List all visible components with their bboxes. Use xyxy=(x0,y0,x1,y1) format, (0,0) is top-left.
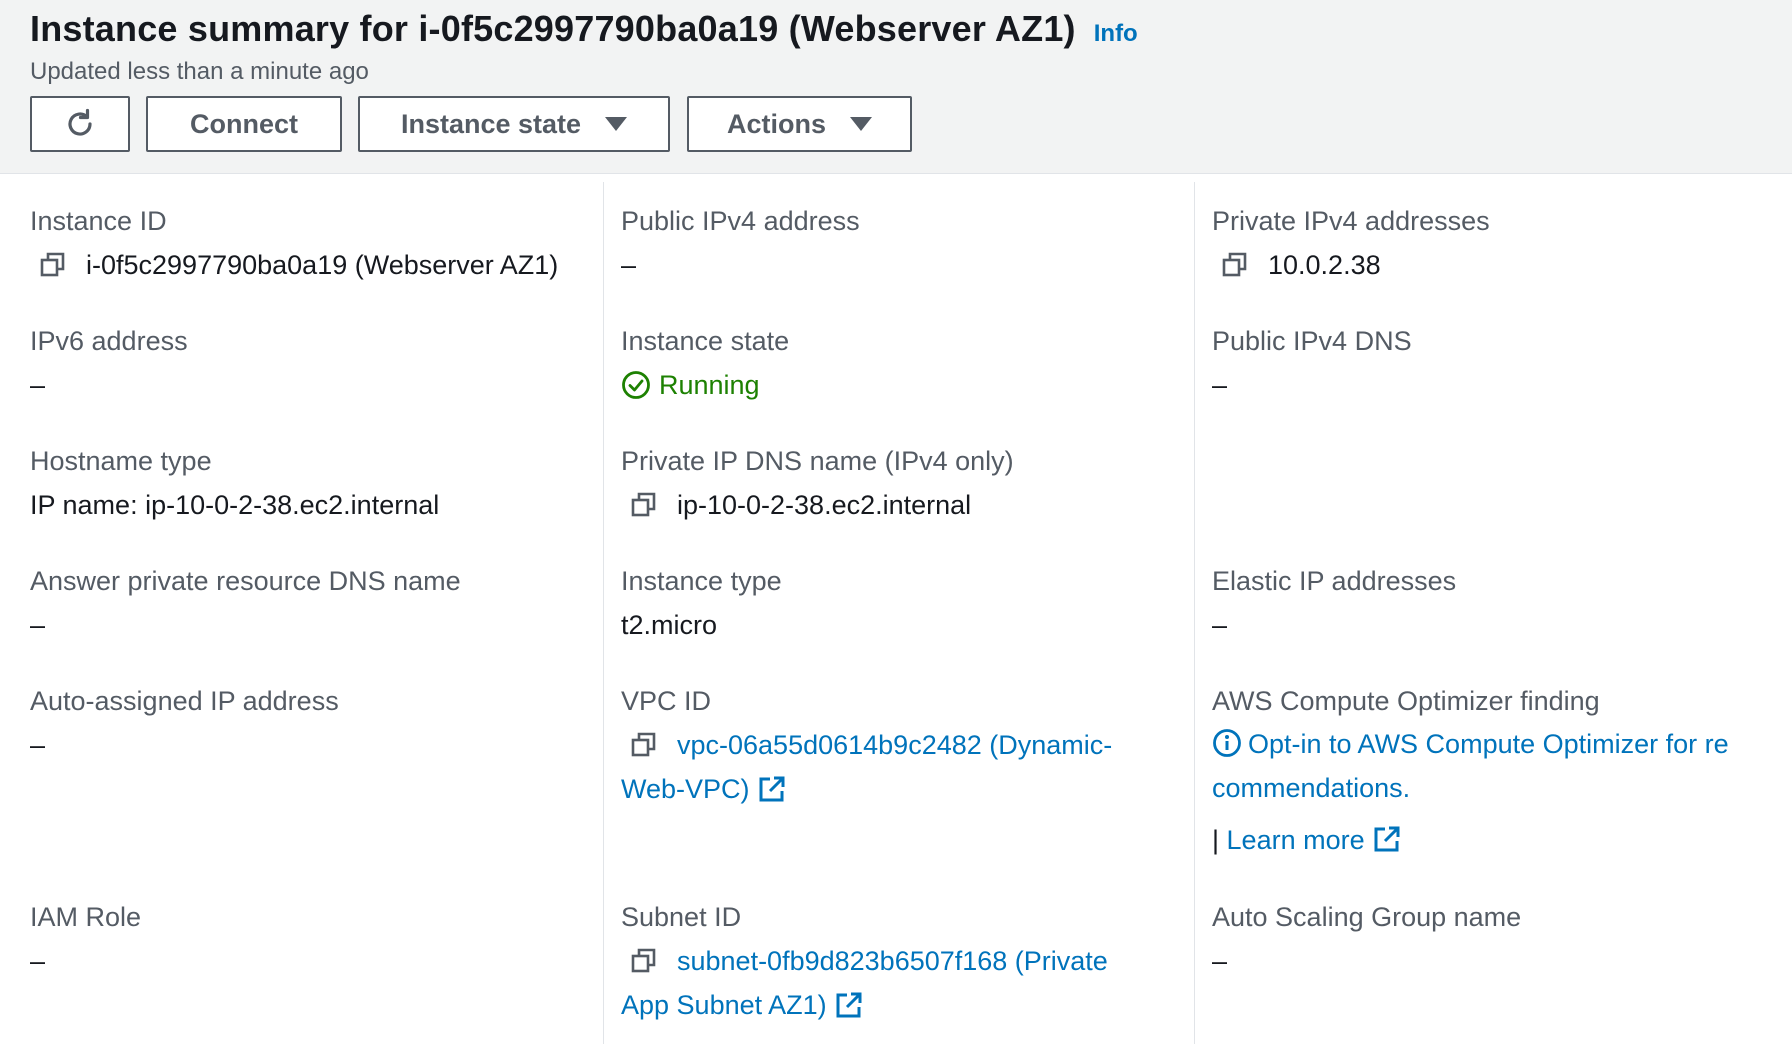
copy-icon[interactable] xyxy=(1222,252,1248,278)
field-value: – xyxy=(30,730,46,760)
private-dns-value: ip-10-0-2-38.ec2.internal xyxy=(677,490,972,520)
field-iam-role: IAM Role – xyxy=(30,900,141,978)
field-label: Public IPv4 address xyxy=(621,206,860,236)
instance-state-dropdown-label: Instance state xyxy=(400,108,582,139)
optimizer-opt-in: Opt-in to AWS Compute Optimizer for re c… xyxy=(1212,722,1729,862)
vpc-id-link-continued[interactable]: Web-VPC) xyxy=(621,772,750,806)
instance-state-dropdown[interactable]: Instance state xyxy=(358,96,670,152)
field-value: – xyxy=(30,610,46,640)
field-subnet-id: Subnet ID subnet-0fb9d823b6507f168 (Priv… xyxy=(621,900,1108,1022)
field-auto-scaling-group: Auto Scaling Group name – xyxy=(1212,900,1521,978)
field-label: Answer private resource DNS name xyxy=(30,566,461,596)
field-value-continued: App Subnet AZ1) xyxy=(621,988,1108,1022)
field-value: vpc-06a55d0614b9c2482 (Dynamic- xyxy=(621,728,1112,762)
instance-id-value: i-0f5c2997790ba0a19 (Webserver AZ1) xyxy=(86,250,559,280)
field-label: Subnet ID xyxy=(621,902,742,932)
external-link-icon[interactable] xyxy=(1373,825,1401,853)
field-value-continued: Web-VPC) xyxy=(621,772,1112,806)
field-label: VPC ID xyxy=(621,686,712,716)
field-value: 10.0.2.38 xyxy=(1212,248,1490,282)
vpc-id-link[interactable]: vpc-06a55d0614b9c2482 (Dynamic- xyxy=(677,728,1112,762)
refresh-icon xyxy=(68,108,92,136)
info-circle-icon xyxy=(1213,729,1241,757)
subnet-id-link[interactable]: subnet-0fb9d823b6507f168 (Private xyxy=(677,944,1108,978)
field-label: IPv6 address xyxy=(30,326,188,356)
field-label: IAM Role xyxy=(30,902,142,932)
field-elastic-ip: Elastic IP addresses – xyxy=(1212,564,1456,642)
subnet-id-link-continued[interactable]: App Subnet AZ1) xyxy=(621,988,827,1022)
field-value: i-0f5c2997790ba0a19 (Webserver AZ1) xyxy=(30,248,558,282)
field-compute-optimizer: AWS Compute Optimizer finding Opt-in to … xyxy=(1212,684,1729,862)
field-label: Auto-assigned IP address xyxy=(30,686,339,716)
field-public-ipv4: Public IPv4 address – xyxy=(621,204,860,282)
private-ipv4-value: 10.0.2.38 xyxy=(1268,250,1381,280)
field-vpc-id: VPC ID vpc-06a55d0614b9c2482 (Dynamic- W… xyxy=(621,684,1112,806)
connect-button-label: Connect xyxy=(190,108,298,139)
optimizer-opt-in-link[interactable]: Opt-in to AWS Compute Optimizer for re xyxy=(1248,729,1729,759)
field-value: ip-10-0-2-38.ec2.internal xyxy=(621,488,1014,522)
actions-dropdown[interactable]: Actions xyxy=(687,96,912,152)
field-label: Public IPv4 DNS xyxy=(1212,326,1412,356)
field-auto-assigned-ip: Auto-assigned IP address – xyxy=(30,684,339,762)
field-public-ipv4-dns: Public IPv4 DNS – xyxy=(1212,324,1412,402)
field-private-ip-dns: Private IP DNS name (IPv4 only) ip-10-0-… xyxy=(621,444,1014,522)
field-instance-state: Instance state Running xyxy=(621,324,789,402)
column-divider xyxy=(1194,182,1195,1044)
refresh-button[interactable] xyxy=(30,96,130,152)
field-instance-id: Instance ID i-0f5c2997790ba0a19 (Webserv… xyxy=(30,204,558,282)
title-row: Instance summary for i-0f5c2997790ba0a19… xyxy=(30,8,1138,50)
connect-button[interactable]: Connect xyxy=(146,96,342,152)
copy-icon[interactable] xyxy=(631,948,657,974)
field-label: Hostname type xyxy=(30,446,212,476)
separator: | xyxy=(1212,825,1220,855)
learn-more-link[interactable]: Learn more xyxy=(1227,825,1365,855)
field-value: subnet-0fb9d823b6507f168 (Private xyxy=(621,944,1108,978)
field-value: – xyxy=(30,946,46,976)
field-label: Instance state xyxy=(621,326,790,356)
instance-state-value: Running xyxy=(659,370,760,400)
caret-down-icon xyxy=(605,117,628,131)
page-title: Instance summary for i-0f5c2997790ba0a19… xyxy=(30,8,1076,49)
column-divider xyxy=(603,182,604,1044)
field-instance-type: Instance type t2.micro xyxy=(621,564,782,642)
field-value: – xyxy=(621,250,637,280)
info-link[interactable]: Info xyxy=(1094,20,1138,48)
field-value: – xyxy=(1212,610,1228,640)
field-label: Instance type xyxy=(621,566,782,596)
page-header: Instance summary for i-0f5c2997790ba0a19… xyxy=(0,0,1792,174)
field-value: – xyxy=(1212,946,1228,976)
field-label: Instance ID xyxy=(30,206,167,236)
field-label: Auto Scaling Group name xyxy=(1212,902,1522,932)
caret-down-icon xyxy=(850,117,872,131)
field-value: IP name: ip-10-0-2-38.ec2.internal xyxy=(30,490,440,520)
actions-dropdown-label: Actions xyxy=(726,108,826,139)
field-label: Private IP DNS name (IPv4 only) xyxy=(621,446,1014,476)
field-label: Private IPv4 addresses xyxy=(1212,206,1490,236)
field-hostname-type: Hostname type IP name: ip-10-0-2-38.ec2.… xyxy=(30,444,439,522)
check-circle-icon xyxy=(622,371,650,399)
copy-icon[interactable] xyxy=(631,492,657,518)
field-ipv6-address: IPv6 address – xyxy=(30,324,188,402)
field-answer-private-dns: Answer private resource DNS name – xyxy=(30,564,461,642)
field-private-ipv4: Private IPv4 addresses 10.0.2.38 xyxy=(1212,204,1490,282)
field-value: – xyxy=(1212,370,1228,400)
updated-status: Updated less than a minute ago xyxy=(30,58,369,85)
field-label: Elastic IP addresses xyxy=(1212,566,1457,596)
field-label: AWS Compute Optimizer finding xyxy=(1212,686,1600,716)
optimizer-opt-in-link-continued[interactable]: commendations. xyxy=(1212,773,1410,803)
copy-icon[interactable] xyxy=(631,732,657,758)
status-running: Running xyxy=(621,368,789,402)
copy-icon[interactable] xyxy=(40,252,66,278)
field-value: t2.micro xyxy=(621,610,718,640)
field-value: – xyxy=(30,370,46,400)
external-link-icon[interactable] xyxy=(835,991,863,1019)
external-link-icon[interactable] xyxy=(758,775,786,803)
